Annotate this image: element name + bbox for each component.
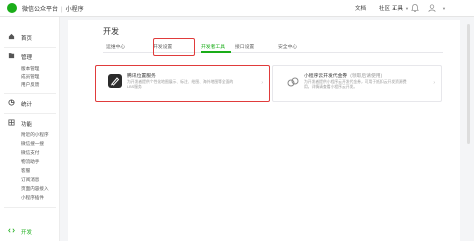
tab-ops[interactable]: 运维中心	[106, 43, 125, 50]
chevron-down-icon: ▼	[405, 6, 409, 11]
tab-api-settings[interactable]: 接口设置	[235, 43, 254, 50]
card-description: 为开发者提供小程序云开发代金券，可用于抵扣云开发资源费用，详情请查看小程序云开发…	[304, 80, 407, 89]
sidebar-item-plugins[interactable]: 小程序插件	[21, 195, 44, 201]
chevron-right-icon: ›	[433, 80, 435, 86]
home-icon	[8, 33, 15, 40]
sidebar-item-stats[interactable]: 统计	[0, 98, 60, 108]
wechat-logo-icon[interactable]	[7, 3, 17, 13]
product-name: 小程序	[65, 7, 84, 13]
sidebar-divider	[4, 207, 56, 208]
sidebar-item-content[interactable]: 页面内容接入	[21, 186, 49, 192]
main-panel: 开发 运维中心 开发设置 开发者工具 接口设置 安全中心	[68, 20, 460, 241]
sidebar-item-members[interactable]: 成员管理	[21, 74, 39, 80]
brand: 微信公众平台 | 小程序	[22, 7, 84, 13]
top-bar: 微信公众平台 | 小程序 文档 社区 ▼ 工具 ▼ ▼	[0, 0, 474, 17]
platform-name[interactable]: 微信公众平台	[22, 7, 58, 13]
scrollbar-thumb[interactable]	[467, 24, 470, 144]
code-icon	[8, 228, 15, 233]
chevron-right-icon: ›	[261, 80, 263, 86]
tab-dev-tools[interactable]: 开发者工具	[201, 43, 225, 50]
sidebar-divider	[4, 113, 56, 114]
docs-link[interactable]: 文档	[355, 4, 366, 12]
sidebar-item-version[interactable]: 版本管理	[21, 66, 39, 72]
tab-highlight-box	[153, 38, 195, 56]
card-title: 小程序云开发代金券 (领取后请使用)	[304, 74, 383, 79]
page-title: 开发	[103, 27, 119, 36]
cloud-link-icon	[285, 74, 299, 88]
sidebar-item-feedback[interactable]: 用户反馈	[21, 82, 39, 88]
sidebar-item-service[interactable]: 客服	[21, 168, 30, 174]
sidebar-divider	[4, 47, 56, 48]
sidebar-item-pay[interactable]: 微信支付	[21, 150, 39, 156]
sidebar-divider	[4, 93, 56, 94]
sidebar: 首页 管理 版本管理 成员管理 用户反馈 统计 功能 附近的小程序 微信搜一搜 …	[0, 17, 60, 241]
service-card-tencent-location[interactable]: 腾讯位置服务 为开发者提供个性化地图展示、标注、绘图、海外地图等全面的LBS服务…	[95, 65, 270, 102]
sidebar-item-subscribe[interactable]: 订阅消息	[21, 177, 39, 183]
sidebar-group-manage: 管理	[0, 51, 60, 61]
service-card-cloud-voucher[interactable]: 小程序云开发代金券 (领取后请使用) 为开发者提供小程序云开发代金券，可用于抵扣云…	[272, 65, 442, 102]
sidebar-item-logistics[interactable]: 物流助手	[21, 159, 39, 165]
card-title: 腾讯位置服务	[127, 74, 156, 79]
active-tab-indicator	[201, 51, 231, 53]
location-service-icon	[108, 74, 122, 88]
sidebar-group-features: 功能	[0, 118, 60, 128]
stats-icon	[8, 99, 15, 106]
user-avatar-icon[interactable]	[427, 3, 437, 13]
sidebar-item-home[interactable]: 首页	[0, 32, 60, 42]
tab-security[interactable]: 安全中心	[278, 43, 297, 50]
folder-icon	[8, 53, 15, 59]
sidebar-item-search[interactable]: 微信搜一搜	[21, 141, 44, 147]
card-tag: (领取后请使用)	[350, 74, 383, 79]
features-icon	[8, 119, 15, 126]
sidebar-item-dev[interactable]: 开发	[0, 226, 60, 236]
notification-bell-icon[interactable]	[410, 3, 420, 13]
chevron-down-icon[interactable]: ▼	[442, 6, 446, 11]
sidebar-item-nearby[interactable]: 附近的小程序	[21, 132, 49, 138]
tools-menu[interactable]: 工具 ▼	[392, 4, 409, 12]
scrollbar[interactable]	[466, 18, 471, 241]
card-description: 为开发者提供个性化地图展示、标注、绘图、海外地图等全面的LBS服务	[127, 80, 234, 89]
